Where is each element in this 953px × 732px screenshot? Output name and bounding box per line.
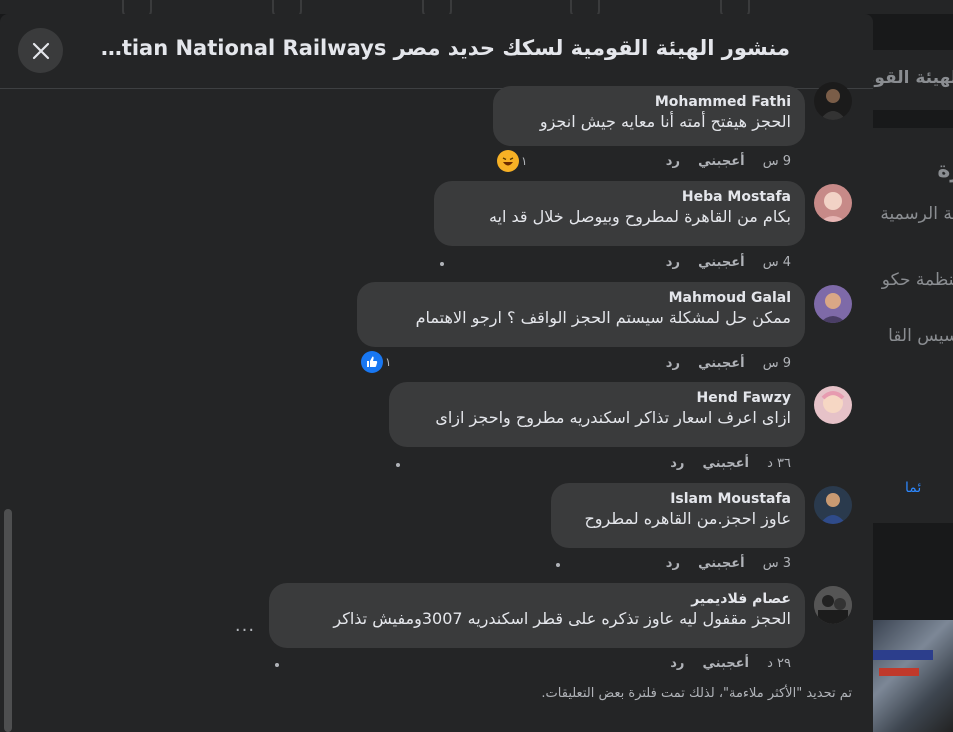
comment-text: الحجز هيفتح أمته أنا معايه جيش انجزو [539, 112, 791, 131]
comment-bubble: Islam Moustafa عاوز احجز.من القاهره لمطر… [551, 483, 805, 548]
comment-text: بكام من القاهرة لمطروح وبيوصل خلال قد اي… [488, 207, 791, 226]
comment-actions: 9 س أعجبني رد [666, 154, 791, 169]
comment-bubble: Mohammed Fathi الحجز هيفتح أمته أنا معاي… [493, 86, 805, 146]
comment-time[interactable]: 9 س [763, 356, 791, 371]
comment-text: ازاى اعرف اسعار تذاكر اسكندريه مطروح واح… [435, 408, 791, 427]
comment-time[interactable]: 9 س [763, 154, 791, 169]
background-card: رة حة الرسمية منظمة حكو أسيس القا ئما [873, 128, 953, 523]
comment-bubble: Heba Mostafa بكام من القاهرة لمطروح وبيو… [434, 181, 805, 246]
comment-actions: ٣٦ د أعجبني رد [670, 456, 791, 471]
background-text: ئما [905, 480, 922, 496]
comment-text: الحجز مقفول ليه عاوز تذكره على قطر اسكند… [333, 609, 791, 628]
comment-author[interactable]: Heba Mostafa [448, 188, 791, 206]
reaction-count: ١ [521, 154, 528, 168]
reaction-summary[interactable]: ١ [497, 150, 527, 172]
comment-time[interactable]: 3 س [763, 556, 791, 571]
reaction-count: ١ [385, 355, 392, 369]
comment-time[interactable]: 4 س [763, 255, 791, 270]
avatar[interactable] [814, 285, 852, 323]
avatar[interactable] [814, 82, 852, 120]
reply-button[interactable]: رد [670, 656, 684, 671]
more-options-button[interactable]: ... [232, 612, 258, 638]
separator-dot [275, 663, 279, 667]
background-photo [873, 620, 953, 732]
comment-time[interactable]: ٣٦ د [767, 456, 791, 471]
like-button[interactable]: أعجبني [698, 356, 744, 371]
modal-header: منشور الهيئة القومية لسكك حديد مصر Egypt… [0, 14, 873, 89]
comment-bubble: عصام فلاديمير الحجز مقفول ليه عاوز تذكره… [269, 583, 805, 648]
comment-actions: ٢٩ د أعجبني رد [670, 656, 791, 671]
comment-bubble: Mahmoud Galal ممكن حل لمشكلة سيستم الحجز… [357, 282, 805, 347]
like-button[interactable]: أعجبني [698, 154, 744, 169]
close-icon [32, 42, 49, 59]
avatar[interactable] [814, 184, 852, 222]
like-button[interactable]: أعجبني [702, 456, 748, 471]
post-modal: منشور الهيئة القومية لسكك حديد مصر Egypt… [0, 14, 873, 732]
reply-button[interactable]: رد [670, 456, 684, 471]
comment-author[interactable]: Mahmoud Galal [371, 289, 791, 307]
separator-dot [440, 262, 444, 266]
background-card: الهيئة القومية [847, 50, 953, 110]
background-text: أسيس القا [888, 326, 953, 346]
comment-time[interactable]: ٢٩ د [767, 656, 791, 671]
reply-button[interactable]: رد [666, 356, 680, 371]
scrollbar-thumb[interactable] [4, 509, 12, 732]
avatar[interactable] [814, 386, 852, 424]
like-button[interactable]: أعجبني [698, 556, 744, 571]
haha-emoji-icon [497, 150, 519, 172]
comment-actions: 9 س أعجبني رد [666, 356, 791, 371]
separator-dot [556, 563, 560, 567]
close-button[interactable] [18, 28, 63, 73]
comment-text: عاوز احجز.من القاهره لمطروح [584, 509, 791, 528]
separator-dot [396, 463, 400, 467]
background-top-nav [0, 0, 953, 18]
comment-actions: 3 س أعجبني رد [666, 556, 791, 571]
like-button[interactable]: أعجبني [698, 255, 744, 270]
reply-button[interactable]: رد [666, 556, 680, 571]
like-thumb-icon [361, 351, 383, 373]
filter-notice: تم تحديد "الأكثر ملاءمة"، لذلك تمت فلترة… [541, 686, 852, 701]
comment-text: ممكن حل لمشكلة سيستم الحجز الواقف ؟ ارجو… [415, 308, 791, 327]
comment-actions: 4 س أعجبني رد [666, 255, 791, 270]
reaction-summary[interactable]: ١ [361, 351, 391, 373]
comment-author[interactable]: Mohammed Fathi [507, 93, 791, 111]
like-button[interactable]: أعجبني [702, 656, 748, 671]
avatar[interactable] [814, 586, 852, 624]
background-text: منظمة حكو [881, 270, 953, 290]
comment-author[interactable]: عصام فلاديمير [283, 590, 791, 608]
comment-author[interactable]: Islam Moustafa [565, 490, 791, 508]
modal-title: منشور الهيئة القومية لسكك حديد مصر Egypt… [90, 36, 790, 60]
avatar[interactable] [814, 486, 852, 524]
comment-author[interactable]: Hend Fawzy [403, 389, 791, 407]
reply-button[interactable]: رد [666, 154, 680, 169]
comment-bubble: Hend Fawzy ازاى اعرف اسعار تذاكر اسكندري… [389, 382, 805, 447]
background-text: رة [937, 158, 953, 183]
reply-button[interactable]: رد [666, 255, 680, 270]
background-text: حة الرسمية [880, 204, 953, 224]
